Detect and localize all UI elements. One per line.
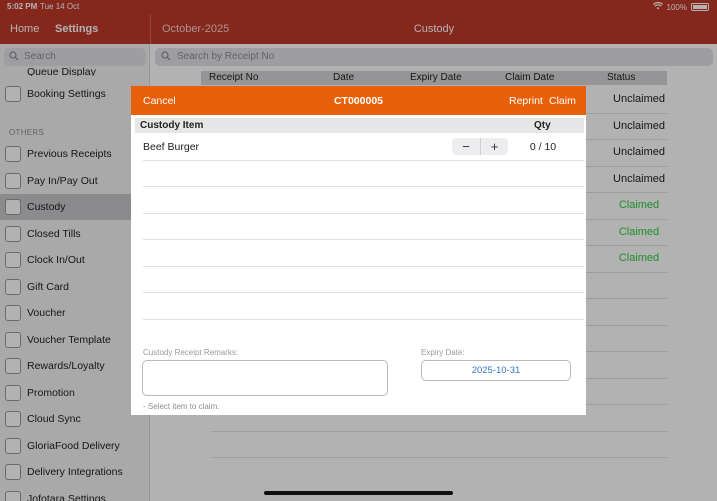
minus-icon[interactable]: −: [452, 138, 480, 155]
empty-row: [143, 240, 584, 267]
claim-button[interactable]: Claim: [549, 95, 576, 107]
custody-dialog: Cancel CT000005 Reprint Claim Custody It…: [131, 86, 586, 415]
cancel-button[interactable]: Cancel: [143, 95, 176, 107]
expiry-date-label: Expiry Date:: [421, 348, 465, 357]
remarks-input[interactable]: [142, 360, 388, 396]
item-name: Beef Burger: [143, 141, 200, 153]
quantity-stepper[interactable]: − +: [452, 138, 508, 155]
empty-row: [143, 187, 584, 214]
hint-text: - Select item to claim.: [143, 402, 220, 411]
home-indicator: [264, 491, 453, 495]
column-header-qty: Qty: [534, 120, 551, 131]
plus-icon[interactable]: +: [480, 138, 508, 155]
empty-row: [143, 214, 584, 240]
item-qty: 0 / 10: [529, 141, 557, 153]
remarks-label: Custody Receipt Remarks:: [143, 348, 239, 357]
expiry-date-picker[interactable]: 2025-10-31: [421, 360, 571, 381]
empty-row: [143, 293, 584, 320]
empty-row: [143, 267, 584, 293]
dialog-header: Cancel CT000005 Reprint Claim: [131, 86, 586, 115]
items-table-header: Custody Item Qty: [135, 118, 584, 133]
reprint-button[interactable]: Reprint: [509, 95, 543, 107]
empty-row: [143, 161, 584, 187]
dialog-title: CT000005: [333, 95, 384, 107]
app-root: 5:02 PM Tue 14 Oct 100% Home Settings Oc…: [0, 0, 717, 501]
column-header-item: Custody Item: [140, 120, 204, 131]
custody-item-row[interactable]: Beef Burger − + 0 / 10: [143, 134, 584, 161]
